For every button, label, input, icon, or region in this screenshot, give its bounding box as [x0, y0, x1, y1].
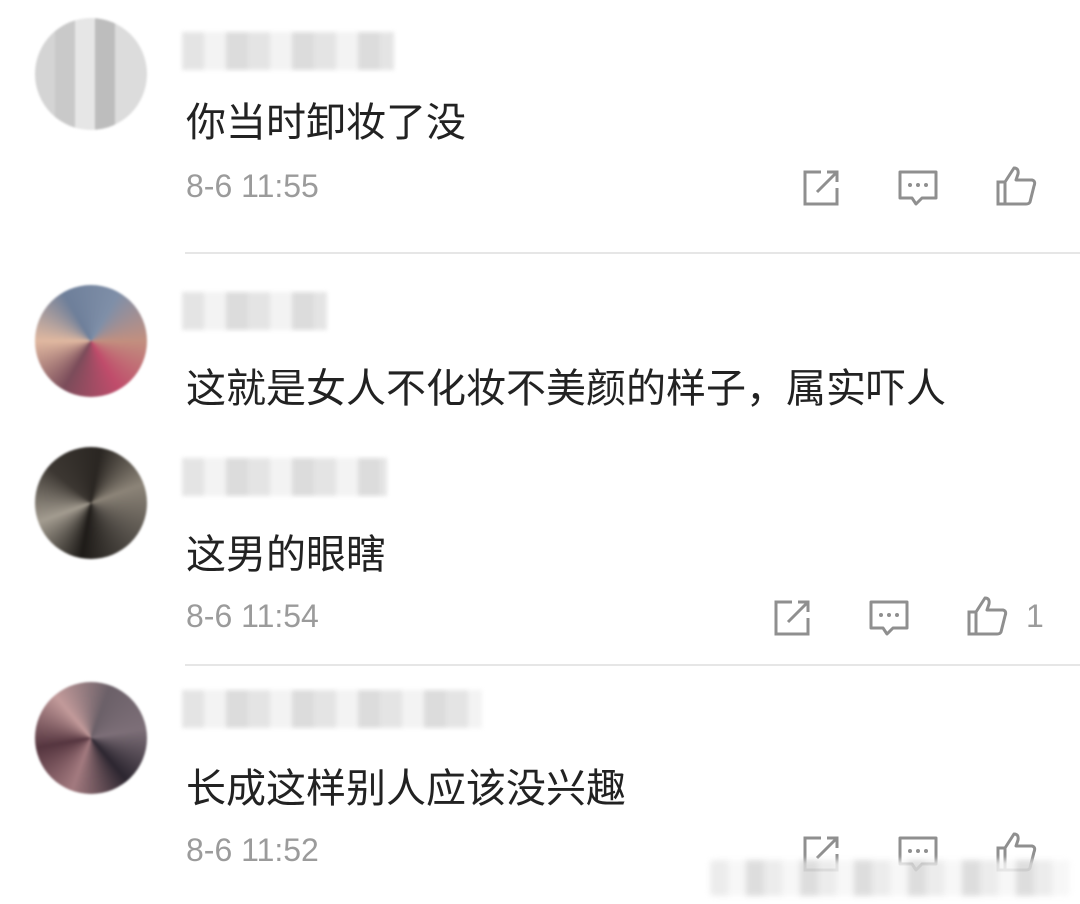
avatar[interactable] — [35, 285, 147, 397]
username-redacted[interactable] — [182, 458, 387, 496]
username-redacted[interactable] — [182, 690, 482, 728]
comment-icon[interactable] — [865, 594, 913, 642]
avatar[interactable] — [35, 682, 147, 794]
divider — [185, 664, 1080, 666]
comment-text: 这男的眼瞎 — [186, 532, 386, 578]
share-icon[interactable] — [768, 594, 816, 642]
like-count: 1 — [1026, 598, 1044, 634]
avatar[interactable] — [35, 447, 147, 559]
thumbs-up-icon[interactable] — [963, 592, 1011, 640]
avatar[interactable] — [35, 18, 147, 130]
comment-time: 8-6 11:54 — [186, 598, 319, 634]
comment-time: 8-6 11:52 — [186, 832, 319, 868]
share-icon[interactable] — [797, 164, 845, 212]
divider — [185, 252, 1080, 254]
comment-icon[interactable] — [894, 164, 942, 212]
username-redacted[interactable] — [182, 292, 327, 330]
comment-text: 这就是女人不化妆不美颜的样子，属实吓人 — [186, 366, 946, 412]
username-redacted[interactable] — [182, 32, 394, 70]
thumbs-up-icon[interactable] — [992, 162, 1040, 210]
comment-text: 你当时卸妆了没 — [186, 100, 466, 146]
comment-time: 8-6 11:55 — [186, 168, 319, 204]
watermark-redacted — [710, 860, 1070, 896]
comment-text: 长成这样别人应该没兴趣 — [186, 766, 626, 812]
